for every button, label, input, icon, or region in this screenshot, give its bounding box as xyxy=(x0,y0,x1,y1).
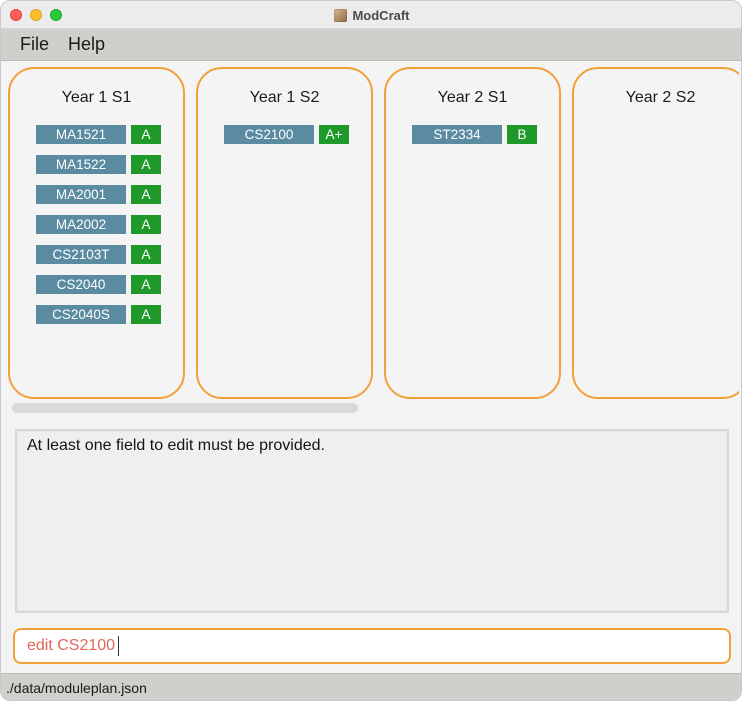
result-display: At least one field to edit must be provi… xyxy=(15,429,729,613)
semester-title: Year 1 S1 xyxy=(61,89,132,106)
module-row[interactable]: MA2001 A xyxy=(36,185,161,204)
status-bar: ./data/moduleplan.json xyxy=(1,673,741,700)
app-icon xyxy=(334,8,348,22)
semester-title: Year 2 S2 xyxy=(625,89,696,106)
semester-card-year1-s1: Year 1 S1 MA1521 A MA1522 A MA2001 A MA2… xyxy=(8,67,185,399)
module-code: ST2334 xyxy=(412,125,502,144)
title-bar: ModCraft xyxy=(1,1,741,29)
semester-card-year2-s1: Year 2 S1 ST2334 B xyxy=(384,67,561,399)
module-grade: A xyxy=(131,155,161,174)
module-code: CS2103T xyxy=(36,245,126,264)
module-grade: A+ xyxy=(319,125,349,144)
module-row[interactable]: ST2334 B xyxy=(412,125,537,144)
semester-title: Year 2 S1 xyxy=(437,89,508,106)
command-box[interactable] xyxy=(13,628,731,664)
module-code: CS2040 xyxy=(36,275,126,294)
module-row[interactable]: CS2040 A xyxy=(36,275,161,294)
module-grade: A xyxy=(131,215,161,234)
menu-file[interactable]: File xyxy=(1,34,66,55)
module-grade: A xyxy=(131,245,161,264)
module-row[interactable]: MA2002 A xyxy=(36,215,161,234)
module-grade: A xyxy=(131,125,161,144)
semester-panel: Year 1 S1 MA1521 A MA1522 A MA2001 A MA2… xyxy=(1,61,739,401)
module-grade: A xyxy=(131,275,161,294)
result-message: At least one field to edit must be provi… xyxy=(27,437,325,454)
semester-card-year2-s2: Year 2 S2 xyxy=(572,67,739,399)
horizontal-scrollbar[interactable] xyxy=(12,403,358,413)
app-window: ModCraft File Help Year 1 S1 MA1521 A MA… xyxy=(0,0,742,701)
module-row[interactable]: MA1521 A xyxy=(36,125,161,144)
module-code: MA1521 xyxy=(36,125,126,144)
save-file-path: ./data/moduleplan.json xyxy=(6,680,147,696)
semester-card-year1-s2: Year 1 S2 CS2100 A+ xyxy=(196,67,373,399)
module-code: MA2001 xyxy=(36,185,126,204)
module-code: MA1522 xyxy=(36,155,126,174)
module-row[interactable]: CS2040S A xyxy=(36,305,161,324)
module-code: MA2002 xyxy=(36,215,126,234)
module-row[interactable]: CS2103T A xyxy=(36,245,161,264)
module-row[interactable]: MA1522 A xyxy=(36,155,161,174)
command-input[interactable] xyxy=(27,630,707,662)
text-caret xyxy=(118,636,119,656)
window-title: ModCraft xyxy=(352,7,410,23)
semester-title: Year 1 S2 xyxy=(249,89,320,106)
module-grade: B xyxy=(507,125,537,144)
window-title-group: ModCraft xyxy=(1,1,741,29)
module-row[interactable]: CS2100 A+ xyxy=(224,125,349,144)
module-code: CS2040S xyxy=(36,305,126,324)
menu-bar: File Help xyxy=(1,29,741,61)
module-grade: A xyxy=(131,305,161,324)
module-code: CS2100 xyxy=(224,125,314,144)
module-grade: A xyxy=(131,185,161,204)
menu-help[interactable]: Help xyxy=(66,34,122,55)
